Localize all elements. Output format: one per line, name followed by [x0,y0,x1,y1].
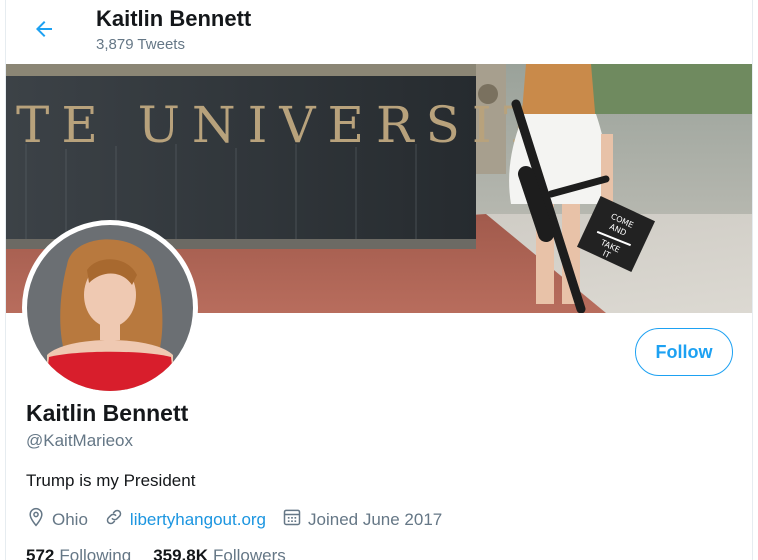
profile-name: Kaitlin Bennett [26,400,189,426]
avatar-frame[interactable] [22,220,198,396]
header-name: Kaitlin Bennett [96,6,252,31]
profile-stats: 572 Following 359.8K Followers [26,546,308,560]
website-item: libertyhangout.org [104,507,266,532]
arrow-left-icon [32,17,56,46]
profile-page: Kaitlin Bennett 3,879 Tweets TE UNIVERSI… [5,0,753,560]
following-stat[interactable]: 572 Following [26,546,131,560]
followers-label: Followers [213,546,286,560]
website-link[interactable]: libertyhangout.org [130,510,266,530]
profile-bio: Trump is my President [26,471,196,490]
joined-text: Joined June 2017 [308,509,443,529]
joined-item: Joined June 2017 [282,507,442,532]
followers-stat[interactable]: 359.8K Followers [153,546,286,560]
location-text: Ohio [52,509,88,529]
banner-carved-text: TE UNIVERSITY [16,96,594,154]
top-bar: Kaitlin Bennett 3,879 Tweets [6,0,752,64]
following-label: Following [59,546,132,560]
profile-meta: Ohio libertyhangout.org Joined June 2017 [26,507,458,532]
following-count: 572 [26,546,55,560]
follow-button[interactable]: Follow [635,328,733,376]
avatar [27,225,193,391]
back-button[interactable] [26,13,62,49]
header-tweet-count: 3,879 Tweets [96,36,185,53]
followers-count: 359.8K [153,546,209,560]
link-icon [104,507,130,532]
location-pin-icon [26,507,52,532]
calendar-icon [282,507,308,532]
profile-handle: @KaitMarieox [26,431,134,450]
location-item: Ohio [26,507,88,532]
